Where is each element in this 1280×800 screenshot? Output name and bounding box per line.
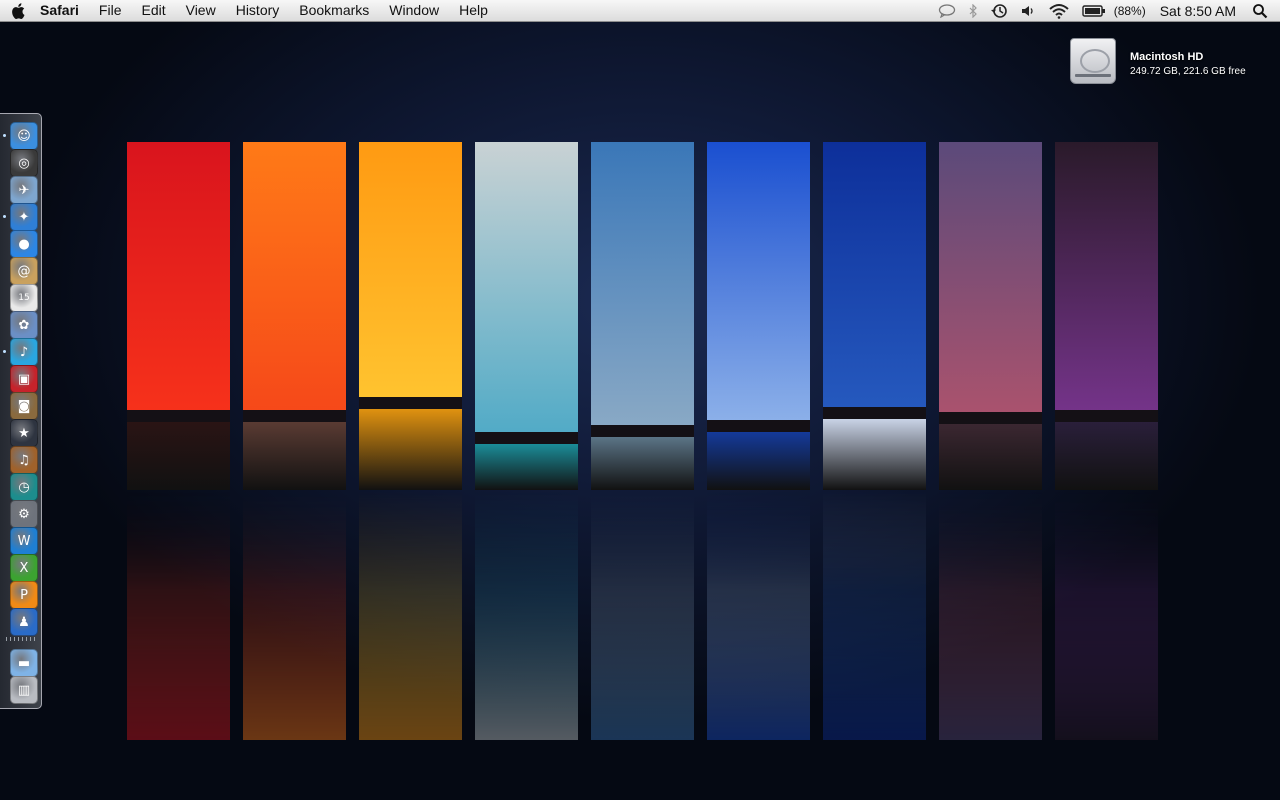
photo-booth-icon[interactable]: ▣ — [10, 365, 38, 393]
dock: ☺ ◎ ✈ ✦ ● @15 ✿ ♪ ▣ ◙ ★ ♫ ◷ ⚙ W X P ♟ ▬ ▥ — [0, 113, 42, 709]
hard-drive-info: 249.72 GB, 221.6 GB free — [1130, 66, 1246, 77]
menu-file[interactable]: File — [89, 0, 132, 21]
time-machine-icon[interactable]: ◷ — [10, 473, 38, 501]
hard-drive-name[interactable]: Macintosh HD — [1130, 51, 1246, 63]
sea — [243, 422, 346, 490]
sea — [823, 419, 926, 490]
horizon-land — [707, 420, 810, 432]
menu-bar: Safari File Edit View History Bookmarks … — [0, 0, 1280, 22]
xcode-game-icon[interactable]: X — [10, 554, 38, 582]
wallpaper-strip — [475, 142, 578, 490]
horizon-land — [1055, 410, 1158, 422]
wallpaper-strip — [823, 142, 926, 490]
wallpaper-reflection — [707, 490, 810, 740]
mail-icon[interactable]: ✈ — [10, 176, 38, 204]
wallpaper-reflection — [359, 490, 462, 740]
hard-drive-icon[interactable] — [1070, 38, 1116, 84]
running-indicator — [3, 134, 6, 137]
horizon-land — [127, 410, 230, 422]
ical-icon[interactable]: 15 — [10, 284, 38, 312]
menu-history[interactable]: History — [226, 0, 290, 21]
sea — [707, 432, 810, 490]
address-book-icon[interactable]: @ — [10, 257, 38, 285]
sea — [939, 424, 1042, 490]
menu-view[interactable]: View — [176, 0, 226, 21]
apple-menu[interactable] — [0, 0, 36, 21]
wallpaper-reflection — [127, 490, 230, 740]
wallpaper-strip — [1055, 142, 1158, 490]
menu-window[interactable]: Window — [379, 0, 449, 21]
iphoto-icon[interactable]: ✿ — [10, 311, 38, 339]
wallpaper-strip — [939, 142, 1042, 490]
finder-icon[interactable]: ☺ — [10, 122, 38, 150]
sea — [1055, 422, 1158, 490]
iweb-icon[interactable]: W — [10, 527, 38, 555]
horizon-land — [475, 432, 578, 444]
desktop: Safari File Edit View History Bookmarks … — [0, 0, 1280, 800]
horizon-land — [591, 425, 694, 437]
menu-bookmarks[interactable]: Bookmarks — [289, 0, 379, 21]
applications-folder-icon[interactable]: ▬ — [10, 649, 38, 677]
wallpaper-strip — [591, 142, 694, 490]
sea — [359, 409, 462, 490]
horizon-land — [823, 407, 926, 419]
itunes-icon[interactable]: ♪ — [10, 338, 38, 366]
wallpaper-reflection — [243, 490, 346, 740]
running-indicator — [3, 215, 6, 218]
apple-icon — [12, 2, 25, 19]
wallpaper-reflection — [475, 490, 578, 740]
bluetooth-icon[interactable] — [962, 0, 984, 21]
wallpaper-strip — [707, 142, 810, 490]
menu-help[interactable]: Help — [449, 0, 498, 21]
battery-icon[interactable] — [1076, 0, 1112, 21]
dashboard-icon[interactable]: ◎ — [10, 149, 38, 177]
user-icon[interactable]: ♟ — [10, 608, 38, 636]
safari-icon[interactable]: ✦ — [10, 203, 38, 231]
pages-icon[interactable]: P — [10, 581, 38, 609]
volume-icon[interactable] — [1014, 0, 1042, 21]
clock[interactable]: Sat 8:50 AM — [1148, 0, 1246, 21]
system-preferences-icon[interactable]: ⚙ — [10, 500, 38, 528]
menu-app-name[interactable]: Safari — [36, 0, 89, 21]
wifi-icon[interactable] — [1042, 0, 1076, 21]
macintosh-hd[interactable]: Macintosh HD 249.72 GB, 221.6 GB free — [1070, 38, 1246, 84]
speech-bubble-icon[interactable] — [932, 0, 962, 21]
ichat-icon[interactable]: ● — [10, 230, 38, 258]
battery-percent: (88%) — [1113, 3, 1146, 18]
sea — [127, 422, 230, 490]
wallpaper-reflection — [823, 490, 926, 740]
horizon-land — [359, 397, 462, 409]
trash-icon[interactable]: ▥ — [10, 676, 38, 704]
wallpaper-reflection — [591, 490, 694, 740]
spotlight-icon[interactable] — [1246, 0, 1280, 21]
dock-separator — [6, 637, 36, 641]
garageband-icon[interactable]: ♫ — [10, 446, 38, 474]
horizon-land — [243, 410, 346, 422]
sea — [591, 437, 694, 490]
wallpaper-reflection — [1055, 490, 1158, 740]
menu-edit[interactable]: Edit — [131, 0, 175, 21]
wallpaper-strip — [127, 142, 230, 490]
wallpaper-strip — [243, 142, 346, 490]
running-indicator — [3, 350, 6, 353]
preview-icon[interactable]: ◙ — [10, 392, 38, 420]
horizon-land — [939, 412, 1042, 424]
wallpaper-strip — [359, 142, 462, 490]
sea — [475, 444, 578, 490]
imovie-icon[interactable]: ★ — [10, 419, 38, 447]
time-machine-icon[interactable] — [984, 0, 1014, 21]
wallpaper-reflection — [939, 490, 1042, 740]
